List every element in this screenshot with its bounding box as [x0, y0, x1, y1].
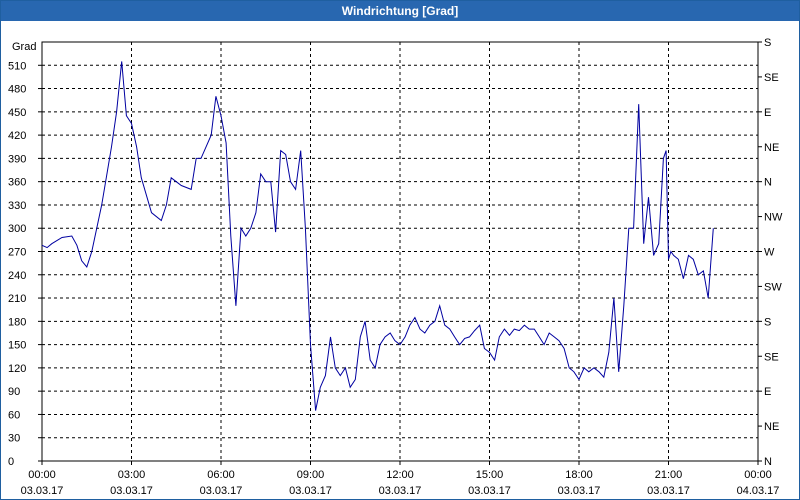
y-tick-label: 450	[8, 107, 26, 119]
x-tick-time: 12:00	[386, 469, 414, 481]
x-tick-time: 21:00	[655, 469, 683, 481]
right-tick-label: NE	[764, 142, 779, 154]
x-tick-date: 03.03.17	[289, 485, 332, 497]
x-tick-time: 03:00	[118, 469, 146, 481]
y-tick-label: 120	[8, 363, 26, 375]
x-tick-date: 03.03.17	[647, 485, 690, 497]
right-tick-label: S	[764, 37, 771, 49]
right-tick-label: N	[764, 177, 772, 189]
right-tick-label: SE	[764, 72, 779, 84]
y-tick-labels: 0 30 60 90 120 150 180 210 240 270 300 330 360 390 420…	[8, 60, 42, 468]
y-tick-label: 240	[8, 270, 26, 282]
x-tick-time: 00:00	[744, 469, 772, 481]
wind-direction-chart: Grad 0 30 60 90 120 150 180 210 240 270 300 330 360 3…	[8, 37, 783, 497]
y-tick-label: 510	[8, 60, 26, 72]
x-tick-date: 03.03.17	[21, 485, 64, 497]
right-tick-label: S	[764, 316, 771, 328]
y-tick-label: 150	[8, 340, 26, 352]
right-tick-label: SW	[764, 281, 782, 293]
y-tick-label: 300	[8, 223, 26, 235]
y-tick-label: 360	[8, 177, 26, 189]
y-tick-label: 90	[8, 386, 20, 398]
right-tick-label: W	[764, 247, 775, 259]
x-tick-time: 18:00	[565, 469, 593, 481]
y-tick-label: 270	[8, 247, 26, 259]
series-line	[41, 61, 714, 411]
y-tick-label: 420	[8, 130, 26, 142]
right-tick-label: E	[764, 107, 771, 119]
x-tick-date: 03.03.17	[110, 485, 153, 497]
y-tick-label: 210	[8, 293, 26, 305]
y-axis-label: Grad	[12, 41, 36, 53]
right-tick-label: SE	[764, 351, 779, 363]
right-tick-label: E	[764, 386, 771, 398]
x-tick-date: 03.03.17	[558, 485, 601, 497]
y-tick-label: 60	[8, 409, 20, 421]
x-tick-date: 03.03.17	[379, 485, 422, 497]
x-tick-labels: 00:00 03.03.17 03:00 03.03.17 06:00 03.03.17 0…	[21, 461, 780, 497]
grid-lines	[42, 42, 758, 461]
y-tick-label: 390	[8, 153, 26, 165]
y-tick-label: 30	[8, 433, 20, 445]
y-tick-label: 180	[8, 316, 26, 328]
right-tick-label: NE	[764, 421, 779, 433]
x-tick-date: 04.03.17	[737, 485, 780, 497]
x-tick-time: 09:00	[297, 469, 325, 481]
x-tick-date: 03.03.17	[468, 485, 511, 497]
right-tick-label: N	[764, 456, 772, 468]
y-tick-label: 480	[8, 84, 26, 96]
x-tick-time: 06:00	[207, 469, 235, 481]
x-tick-date: 03.03.17	[200, 485, 243, 497]
x-tick-time: 15:00	[476, 469, 504, 481]
y-tick-label: 0	[8, 456, 14, 468]
right-tick-labels: N NE E SE S SW W NW N NE E SE S	[758, 37, 783, 468]
y-tick-label: 330	[8, 200, 26, 212]
right-tick-label: NW	[764, 212, 783, 224]
x-tick-time: 00:00	[28, 469, 56, 481]
